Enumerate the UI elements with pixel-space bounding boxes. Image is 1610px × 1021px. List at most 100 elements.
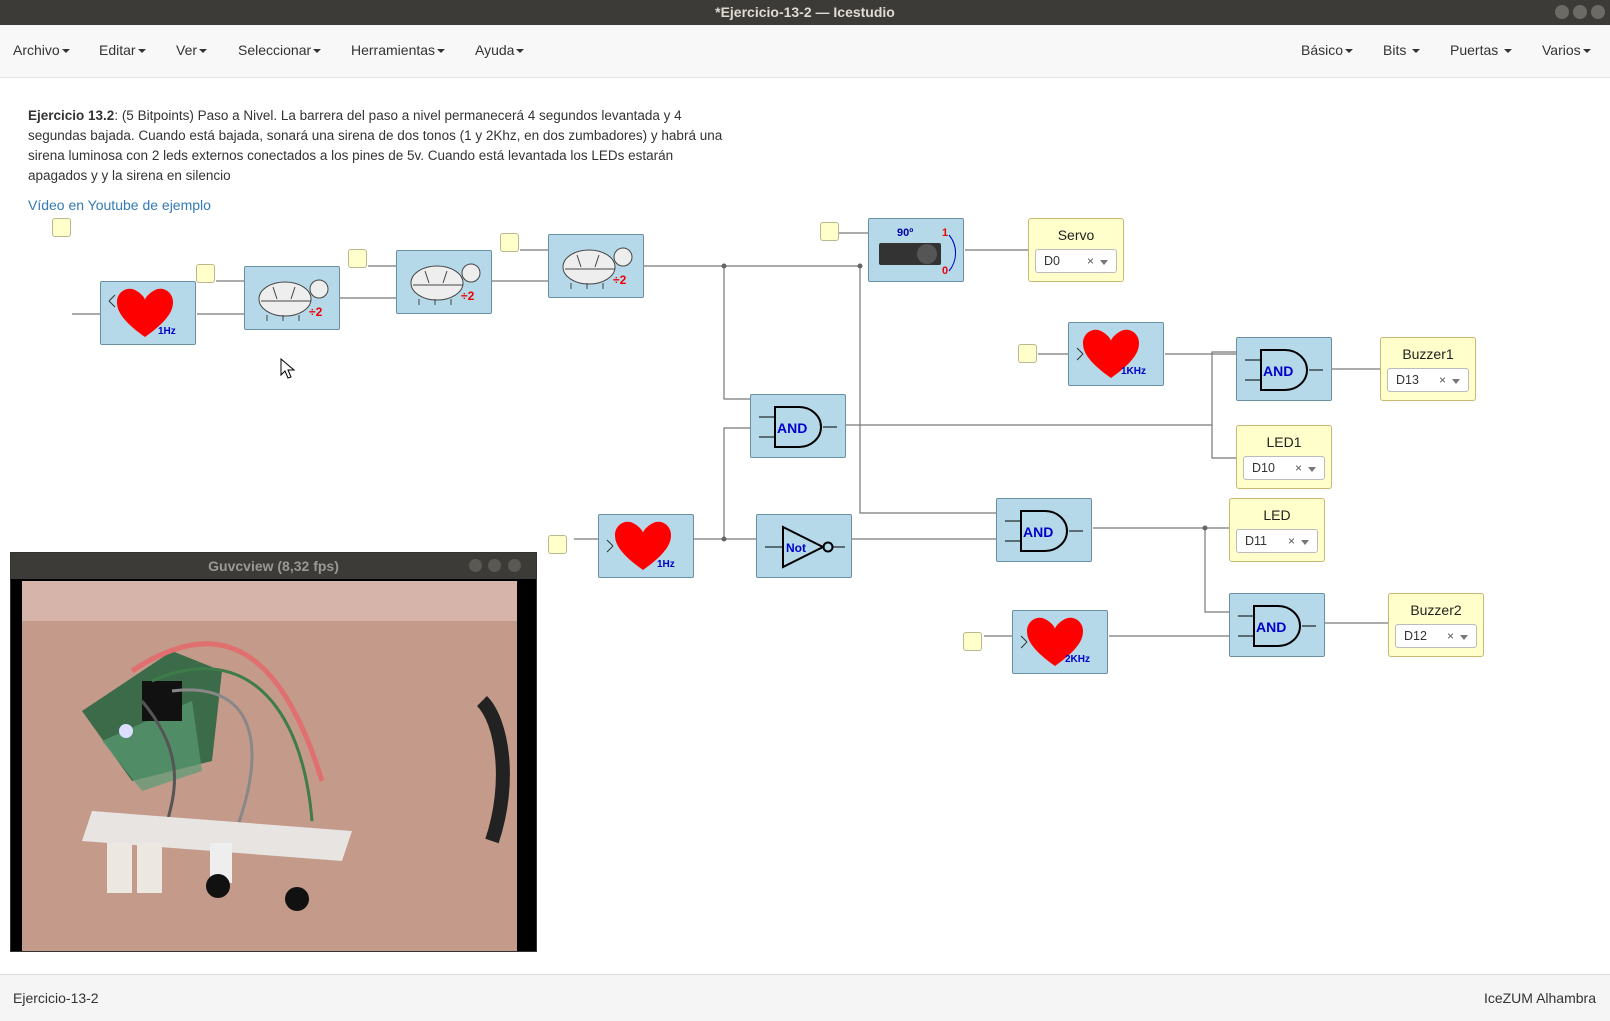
- divider-label: ÷2: [461, 289, 475, 303]
- servo-degree: 90º: [897, 227, 914, 239]
- mouse-cursor-icon: [280, 358, 296, 379]
- heart-icon: [1076, 329, 1139, 378]
- status-project: Ejercicio-13-2: [13, 990, 99, 1006]
- pin-value: D10: [1252, 461, 1275, 475]
- divider-block-3[interactable]: ÷2: [548, 234, 644, 298]
- output-buzzer1[interactable]: Buzzer1 D13 ×: [1380, 337, 1476, 401]
- dropdown-icon[interactable]: [1100, 260, 1108, 265]
- menu-label: Editar: [99, 42, 136, 58]
- close-button[interactable]: [1591, 5, 1605, 19]
- frequency-label: 2KHz: [1065, 654, 1091, 665]
- camera-image: [22, 581, 517, 951]
- heart-icon: [1020, 617, 1083, 666]
- and-gate-icon: AND: [1238, 605, 1316, 647]
- guvcview-window[interactable]: Guvcview (8,32 fps): [10, 552, 537, 952]
- not-gate-block[interactable]: Not: [756, 514, 852, 578]
- menu-puertas[interactable]: Puertas: [1450, 42, 1513, 58]
- menu-seleccionar[interactable]: Seleccionar: [238, 42, 322, 58]
- clear-icon[interactable]: ×: [1439, 369, 1446, 392]
- input-port[interactable]: [963, 632, 982, 651]
- menu-basico[interactable]: Básico: [1301, 42, 1354, 58]
- output-buzzer2[interactable]: Buzzer2 D12 ×: [1388, 593, 1484, 657]
- input-port[interactable]: [548, 535, 567, 554]
- menu-herramientas[interactable]: Herramientas: [351, 42, 446, 58]
- maximize-button[interactable]: [1573, 5, 1587, 19]
- heart-icon: [606, 521, 671, 570]
- frequency-label: 1Hz: [657, 559, 675, 570]
- pin-value: D12: [1404, 629, 1427, 643]
- guvcview-close-button[interactable]: [508, 559, 521, 572]
- heartbeat-block-2khz[interactable]: 2KHz: [1012, 610, 1108, 674]
- pin-select[interactable]: D12 ×: [1395, 624, 1477, 648]
- divider-label: ÷2: [309, 305, 323, 319]
- gate-label: AND: [1023, 524, 1053, 540]
- clear-icon[interactable]: ×: [1447, 625, 1454, 648]
- output-led1[interactable]: LED1 D10 ×: [1236, 425, 1332, 489]
- pin-select[interactable]: D11 ×: [1236, 529, 1318, 553]
- menu-label: Básico: [1301, 42, 1344, 58]
- clear-icon[interactable]: ×: [1295, 457, 1302, 480]
- menu-label: Bits: [1383, 42, 1407, 58]
- divider-block-2[interactable]: ÷2: [396, 250, 492, 314]
- minimize-button[interactable]: [1555, 5, 1569, 19]
- menu-archivo[interactable]: Archivo: [13, 42, 70, 58]
- input-port[interactable]: [52, 218, 71, 237]
- menu-label: Archivo: [13, 42, 60, 58]
- dropdown-icon[interactable]: [1460, 635, 1468, 640]
- menu-editar[interactable]: Editar: [99, 42, 146, 58]
- pin-select[interactable]: D0 ×: [1035, 249, 1117, 273]
- servo-one: 1: [942, 227, 949, 239]
- heartbeat-block-1khz[interactable]: 1KHz: [1068, 322, 1164, 386]
- pin-select[interactable]: D10 ×: [1243, 456, 1325, 480]
- guvcview-maximize-button[interactable]: [488, 559, 501, 572]
- output-name: LED: [1263, 507, 1291, 523]
- gate-label: AND: [1256, 619, 1286, 635]
- output-led[interactable]: LED D11 ×: [1229, 498, 1325, 562]
- menu-label: Herramientas: [351, 42, 436, 58]
- menu-varios[interactable]: Varios: [1542, 42, 1591, 58]
- and-gate-block[interactable]: AND: [1236, 337, 1332, 401]
- divider-block-1[interactable]: ÷2: [244, 266, 340, 330]
- input-port[interactable]: [500, 233, 519, 252]
- heartbeat-block-1hz[interactable]: 1Hz: [100, 281, 196, 345]
- output-name: Buzzer2: [1410, 602, 1462, 618]
- pin-value: D13: [1396, 373, 1419, 387]
- menu-bits[interactable]: Bits: [1383, 42, 1421, 58]
- input-port[interactable]: [348, 249, 367, 268]
- frequency-label: 1Hz: [158, 326, 176, 337]
- guvcview-title: Guvcview (8,32 fps): [208, 558, 339, 574]
- servo-icon: [879, 234, 956, 272]
- camera-video-feed: [22, 581, 517, 951]
- and-gate-icon: AND: [1245, 349, 1323, 391]
- guvcview-minimize-button[interactable]: [469, 559, 482, 572]
- menu-ver[interactable]: Ver: [176, 42, 208, 58]
- input-port[interactable]: [196, 264, 215, 283]
- menu-label: Puertas: [1450, 42, 1499, 58]
- menu-ayuda[interactable]: Ayuda: [475, 42, 525, 58]
- window-title: *Ejercicio-13-2 — Icestudio: [715, 4, 895, 20]
- menubar: Archivo Editar Ver Seleccionar Herramien…: [0, 25, 1610, 78]
- and-gate-block[interactable]: AND: [1229, 593, 1325, 657]
- dropdown-icon[interactable]: [1301, 540, 1309, 545]
- dropdown-icon[interactable]: [1452, 379, 1460, 384]
- servo-zero: 0: [942, 265, 949, 277]
- clear-icon[interactable]: ×: [1087, 250, 1094, 273]
- status-board[interactable]: IceZUM Alhambra: [1484, 990, 1596, 1006]
- input-port[interactable]: [1018, 344, 1037, 363]
- menu-label: Ver: [176, 42, 198, 58]
- menu-label: Ayuda: [475, 42, 515, 58]
- heart-icon: [108, 288, 173, 337]
- output-servo[interactable]: Servo D0 ×: [1028, 218, 1124, 282]
- gate-label: Not: [786, 541, 806, 555]
- heartbeat-block-1hz-lower[interactable]: 1Hz: [598, 514, 694, 578]
- output-name: Buzzer1: [1402, 346, 1454, 362]
- input-port[interactable]: [820, 222, 839, 241]
- clear-icon[interactable]: ×: [1288, 530, 1295, 553]
- pin-select[interactable]: D13 ×: [1387, 368, 1469, 392]
- not-gate-icon: Not: [765, 525, 845, 569]
- servo-block[interactable]: 90º 1 0: [868, 218, 964, 282]
- dropdown-icon[interactable]: [1308, 467, 1316, 472]
- and-gate-block[interactable]: AND: [750, 394, 846, 458]
- and-gate-block[interactable]: AND: [996, 498, 1092, 562]
- gate-label: AND: [777, 420, 807, 436]
